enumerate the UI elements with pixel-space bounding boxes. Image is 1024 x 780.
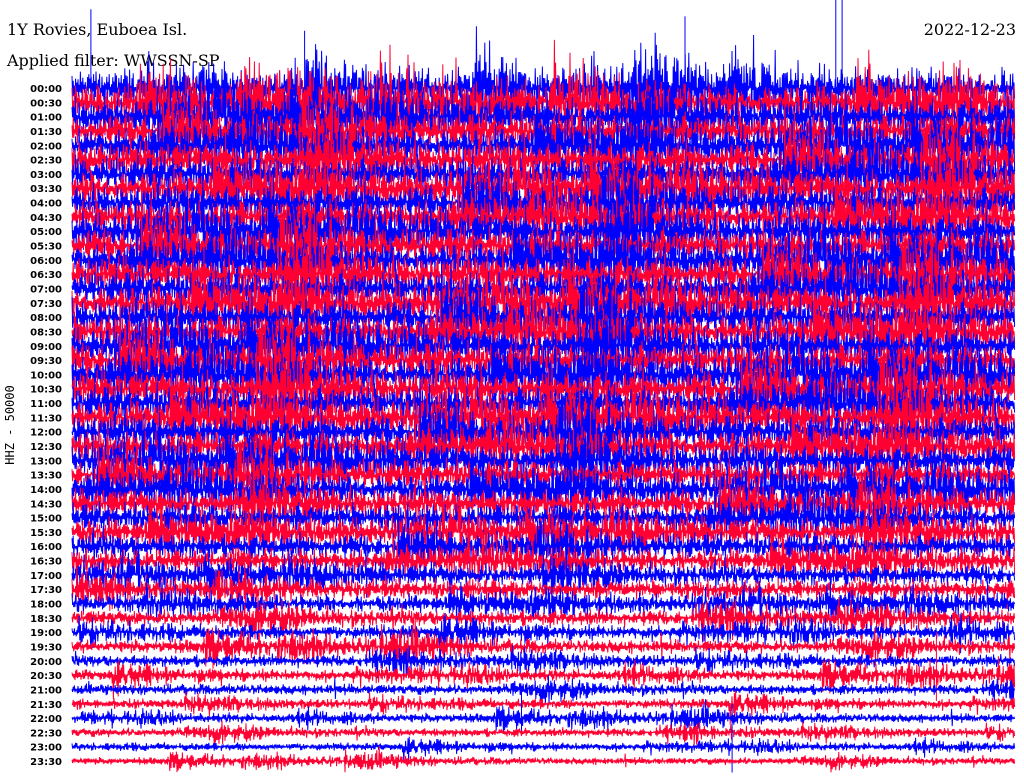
- row-time-label: 05:00: [30, 227, 62, 238]
- row-time-label: 11:30: [30, 413, 62, 424]
- row-time-label: 02:30: [30, 156, 62, 167]
- row-time-label: 17:30: [30, 585, 62, 596]
- row-time-label: 02:00: [30, 141, 62, 152]
- row-time-label: 20:00: [30, 657, 62, 668]
- row-time-label: 05:30: [30, 242, 62, 253]
- row-time-label: 10:00: [30, 370, 62, 381]
- row-time-label: 08:00: [30, 313, 62, 324]
- row-time-label: 17:00: [30, 571, 62, 582]
- row-time-label: 15:00: [30, 514, 62, 525]
- helicorder-plot: 00:00 00:30 01:00 01:30 02:00 02:30 03:00 03:30…: [30, 0, 1016, 773]
- row-time-label: 20:30: [30, 671, 62, 682]
- row-time-label: 18:30: [30, 614, 62, 625]
- row-time-label: 00:30: [30, 98, 62, 109]
- row-time-label: 07:00: [30, 284, 62, 295]
- y-axis-label: HHZ - 50000: [3, 385, 17, 465]
- row-time-label: 04:00: [30, 199, 62, 210]
- row-time-label: 11:00: [30, 399, 62, 410]
- row-time-label: 13:30: [30, 471, 62, 482]
- row-time-label: 09:00: [30, 342, 62, 353]
- row-time-label: 12:30: [30, 442, 62, 453]
- row-time-label: 03:30: [30, 184, 62, 195]
- row-time-label: 15:30: [30, 528, 62, 539]
- row-time-label: 04:30: [30, 213, 62, 224]
- row-time-label: 22:00: [30, 714, 62, 725]
- row-time-label: 09:30: [30, 356, 62, 367]
- row-time-label: 21:30: [30, 700, 62, 711]
- row-time-label: 16:30: [30, 557, 62, 568]
- row-time-label: 23:30: [30, 757, 62, 768]
- row-time-label: 13:00: [30, 456, 62, 467]
- row-time-label: 12:00: [30, 428, 62, 439]
- trace-2230: [71, 720, 1016, 747]
- row-time-label: 00:00: [30, 84, 62, 95]
- row-time-label: 19:30: [30, 642, 62, 653]
- row-time-label: 07:30: [30, 299, 62, 310]
- row-time-label: 06:00: [30, 256, 62, 267]
- row-time-label: 23:00: [30, 743, 62, 754]
- row-time-label: 21:00: [30, 685, 62, 696]
- row-time-label: 16:00: [30, 542, 62, 553]
- row-time-label: 01:00: [30, 113, 62, 124]
- row-time-label: 14:30: [30, 499, 62, 510]
- row-time-label: 14:00: [30, 485, 62, 496]
- row-time-label: 06:30: [30, 270, 62, 281]
- row-time-label: 01:30: [30, 127, 62, 138]
- row-time-label: 03:00: [30, 170, 62, 181]
- row-time-label: 19:00: [30, 628, 62, 639]
- row-time-label: 10:30: [30, 385, 62, 396]
- row-time-label: 08:30: [30, 327, 62, 338]
- row-time-label: 18:00: [30, 600, 62, 611]
- trace-2330: [71, 745, 1016, 773]
- row-time-label: 22:30: [30, 728, 62, 739]
